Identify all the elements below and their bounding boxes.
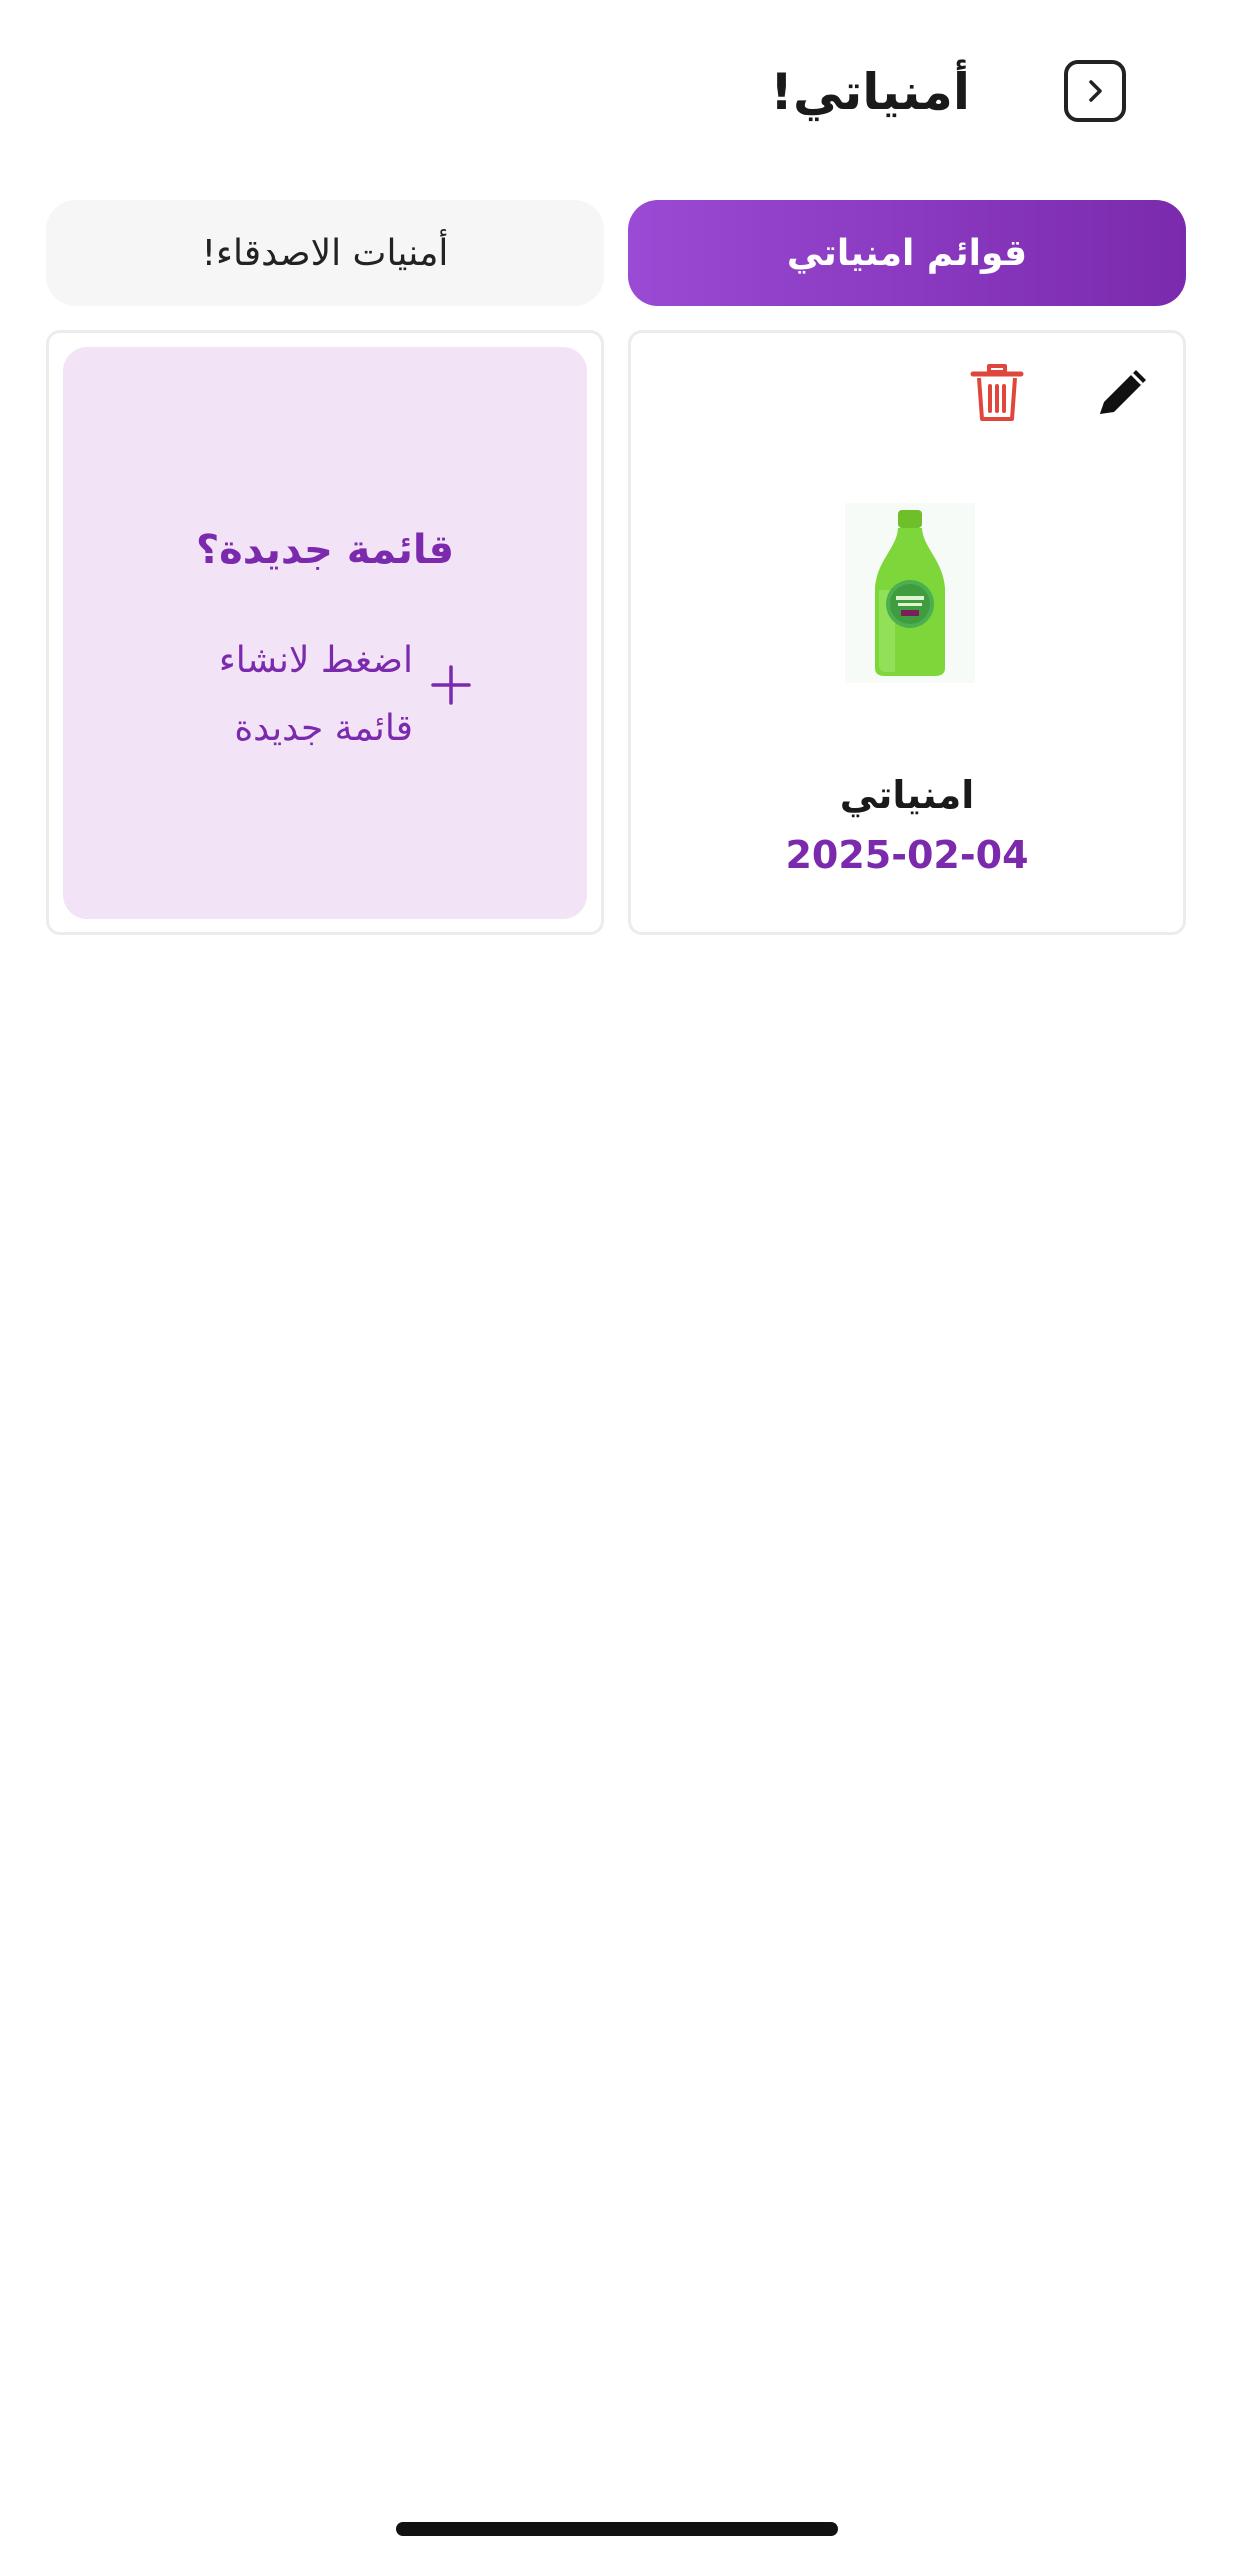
new-list-hint-line2: قائمة جديدة [234,708,413,749]
new-list-card: قائمة جديدة؟ اضغط لانشاء قائمة جديدة [46,330,604,935]
home-indicator [396,2522,838,2536]
page-title: أمنياتي! [770,63,970,121]
wishlist-name: امنياتي [839,773,975,817]
tab-friends-wishes[interactable]: أمنيات الاصدقاء! [46,200,604,306]
plus-icon [431,665,471,705]
wishlist-screen: أمنياتي! قوائم امنياتي أمنيات الاصدقاء! [0,0,1233,2560]
new-list-hint-line1: اضغط لانشاء [218,640,413,681]
delete-button[interactable] [961,355,1033,431]
new-list-hint: اضغط لانشاء قائمة جديدة [173,627,413,763]
wishlist-date: 2025-02-04 [785,833,1029,877]
back-button[interactable] [1064,60,1126,122]
trash-icon [970,364,1024,421]
edit-button[interactable] [1085,355,1161,431]
tab-my-wishlists[interactable]: قوائم امنياتي [628,200,1186,306]
lotion-bottle-icon [875,510,945,676]
pencil-icon [1100,370,1146,414]
new-list-title: قائمة جديدة؟ [195,527,455,573]
chevron-right-icon [1089,80,1102,102]
create-new-list-button[interactable]: قائمة جديدة؟ اضغط لانشاء قائمة جديدة [63,347,587,919]
wishlist-card[interactable]: امنياتي 2025-02-04 [628,330,1186,935]
product-image [845,503,975,683]
